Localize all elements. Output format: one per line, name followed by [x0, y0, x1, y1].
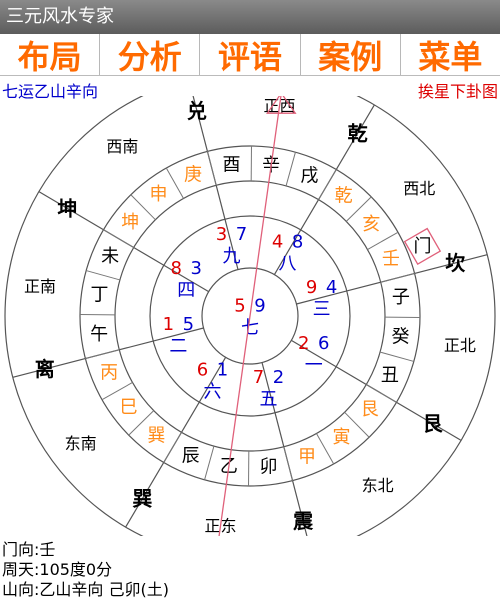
menu-pingyu-button[interactable]: 评语	[200, 34, 301, 76]
trigram-label: 巽	[132, 487, 152, 511]
mountain-star: 7	[253, 367, 264, 388]
center-mountain-star: 5	[234, 296, 245, 317]
mountain-label: 寅	[332, 427, 350, 448]
mountain-label: 酉	[222, 155, 240, 176]
mountain-divider	[85, 349, 120, 360]
mountain-label: 丑	[381, 365, 399, 386]
mountain-label: 亥	[362, 214, 380, 235]
mountain-divider	[163, 432, 182, 463]
mountain-divider	[204, 445, 215, 480]
trigram-label: 坎	[445, 251, 466, 275]
mountain-divider	[380, 272, 415, 283]
mountain-star: 1	[163, 314, 174, 335]
trigram-label: 乾	[348, 121, 368, 145]
mountain-star: 4	[272, 232, 283, 253]
mountain-divider	[283, 446, 294, 481]
mountain-divider	[165, 167, 184, 199]
footer-door-direction: 门向:壬	[2, 540, 56, 559]
direction-label: 西北	[403, 179, 435, 198]
door-label: 门	[413, 236, 431, 257]
main-menu: 布局 分析 评语 案例 菜单	[0, 34, 500, 76]
mountain-divider	[206, 151, 217, 186]
water-star: 6	[318, 333, 329, 354]
base-star: 二	[169, 336, 187, 357]
feng-shui-compass-chart[interactable]: 兑乾坎艮震巽离坤正西西北正北东北正东东南正南西南酉辛戌乾亥壬子癸丑艮寅甲卯乙辰巽…	[0, 96, 500, 536]
base-star: 一	[305, 355, 323, 376]
app-title: 三元风水专家	[6, 6, 114, 27]
water-star: 1	[217, 359, 228, 380]
menu-anli-button[interactable]: 案例	[301, 34, 401, 76]
mountain-label: 巽	[147, 425, 165, 446]
mountain-star: 6	[197, 359, 208, 380]
water-star: 2	[273, 367, 284, 388]
water-star: 3	[191, 258, 202, 279]
mountain-label: 未	[101, 246, 119, 267]
mountain-star: 8	[171, 258, 182, 279]
mountain-label: 乾	[335, 186, 353, 207]
mountain-label: 巳	[120, 397, 138, 418]
trigram-label: 离	[35, 357, 55, 381]
mountain-label: 午	[90, 324, 108, 345]
water-star: 5	[183, 314, 194, 335]
footer-degrees: 周天:105度0分	[2, 560, 113, 579]
water-star: 7	[236, 224, 247, 245]
base-star: 四	[177, 280, 195, 301]
mountain-label: 辰	[182, 445, 200, 466]
mountain-label: 丁	[90, 284, 108, 305]
direction-label: 东南	[65, 434, 97, 453]
base-star: 九	[222, 246, 240, 267]
mountain-label: 丙	[100, 362, 118, 383]
trigram-label: 坤	[57, 196, 77, 220]
mountain-star: 2	[298, 333, 309, 354]
direction-label: 西南	[106, 137, 138, 156]
mountain-label: 子	[392, 287, 410, 308]
menu-caidan-button[interactable]: 菜单	[401, 34, 500, 76]
footer-mountain-direction: 山向:乙山辛向 己卯(土)	[2, 580, 169, 599]
mountain-divider	[316, 433, 335, 465]
mountain-label: 申	[150, 184, 168, 205]
mountain-star: 9	[306, 277, 317, 298]
water-star: 8	[292, 232, 303, 253]
mountain-label: 庚	[184, 165, 202, 186]
direction-label: 正南	[24, 277, 56, 296]
trigram-label: 震	[293, 509, 314, 533]
mountain-label: 卯	[260, 456, 278, 477]
mountain-label: 艮	[361, 399, 379, 420]
trigram-label: 艮	[423, 412, 444, 436]
menu-buju-button[interactable]: 布局	[0, 34, 101, 76]
mountain-label: 甲	[298, 446, 316, 467]
mountain-label: 癸	[392, 327, 410, 348]
mountain-label: 坤	[121, 212, 139, 233]
base-star: 六	[203, 381, 221, 402]
direction-label: 正北	[444, 336, 476, 355]
center-water-star: 9	[254, 296, 265, 317]
mountain-star: 3	[216, 224, 227, 245]
mountain-label: 戌	[300, 166, 318, 187]
direction-label: 东北	[362, 476, 394, 495]
app-title-bar: 三元风水专家	[0, 0, 500, 34]
mountain-divider	[379, 351, 414, 362]
trigram-label: 兑	[187, 99, 207, 123]
menu-fenxi-button[interactable]: 分析	[100, 34, 201, 76]
base-star: 五	[260, 389, 278, 410]
base-star: 八	[279, 254, 297, 275]
water-star: 4	[326, 277, 337, 298]
mountain-label: 壬	[382, 249, 400, 270]
mountain-divider	[285, 152, 296, 187]
mountain-divider	[86, 270, 121, 281]
base-star: 三	[313, 299, 331, 320]
